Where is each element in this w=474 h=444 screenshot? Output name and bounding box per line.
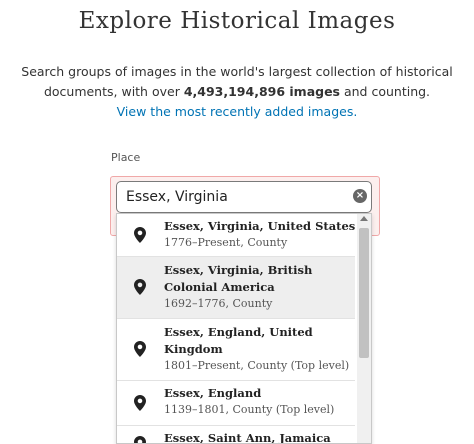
intro-prefix: documents, with over xyxy=(43,84,184,99)
map-pin-icon xyxy=(134,436,146,443)
suggestion-option[interactable]: Essex, Virginia, United States 1776–Pres… xyxy=(117,214,355,257)
intro-line-1: Search groups of images in the world's l… xyxy=(21,64,453,79)
intro-suffix: and counting. xyxy=(340,84,431,99)
suggestion-option[interactable]: Essex, England 1139–1801, County (Top le… xyxy=(117,381,355,426)
place-suggestions-dropdown: Essex, Virginia, United States 1776–Pres… xyxy=(116,213,372,444)
map-pin-icon xyxy=(134,341,146,357)
suggestion-meta: 1801–Present, County (Top level) xyxy=(164,359,350,372)
suggestion-meta: 1139–1801, County (Top level) xyxy=(164,403,335,416)
suggestion-name: Essex, England xyxy=(164,386,262,400)
place-label: Place xyxy=(111,151,141,164)
clear-circle-icon[interactable]: × xyxy=(353,189,367,203)
map-pin-icon xyxy=(134,279,146,295)
suggestion-name: Essex, Virginia, United States xyxy=(164,219,356,233)
intro-text: Search groups of images in the world's l… xyxy=(0,62,474,122)
suggestion-name: Essex, England, United Kingdom xyxy=(164,325,313,356)
map-pin-icon xyxy=(134,395,146,411)
map-pin-icon xyxy=(134,227,146,243)
place-input[interactable] xyxy=(116,181,372,213)
recent-images-link[interactable]: View the most recently added images. xyxy=(117,104,358,119)
suggestion-name: Essex, Saint Ann, Jamaica xyxy=(164,431,331,444)
suggestion-name: Essex, Virginia, British Colonial Americ… xyxy=(164,263,313,294)
suggestion-option[interactable]: Essex, Saint Ann, Jamaica xyxy=(117,426,355,444)
dropdown-scrollbar[interactable] xyxy=(357,214,371,443)
image-count: 4,493,194,896 images xyxy=(183,84,340,99)
suggestion-option[interactable]: Essex, England, United Kingdom 1801–Pres… xyxy=(117,319,355,381)
suggestion-meta: 1692–1776, County xyxy=(164,297,273,310)
suggestion-meta: 1776–Present, County xyxy=(164,236,288,249)
page-title: Explore Historical Images xyxy=(78,8,396,34)
scroll-up-arrow-icon[interactable] xyxy=(360,216,368,221)
suggestion-option-active[interactable]: Essex, Virginia, British Colonial Americ… xyxy=(117,257,355,319)
intro-line-2: documents, with over 4,493,194,896 image… xyxy=(0,82,474,102)
scroll-thumb[interactable] xyxy=(359,228,369,358)
